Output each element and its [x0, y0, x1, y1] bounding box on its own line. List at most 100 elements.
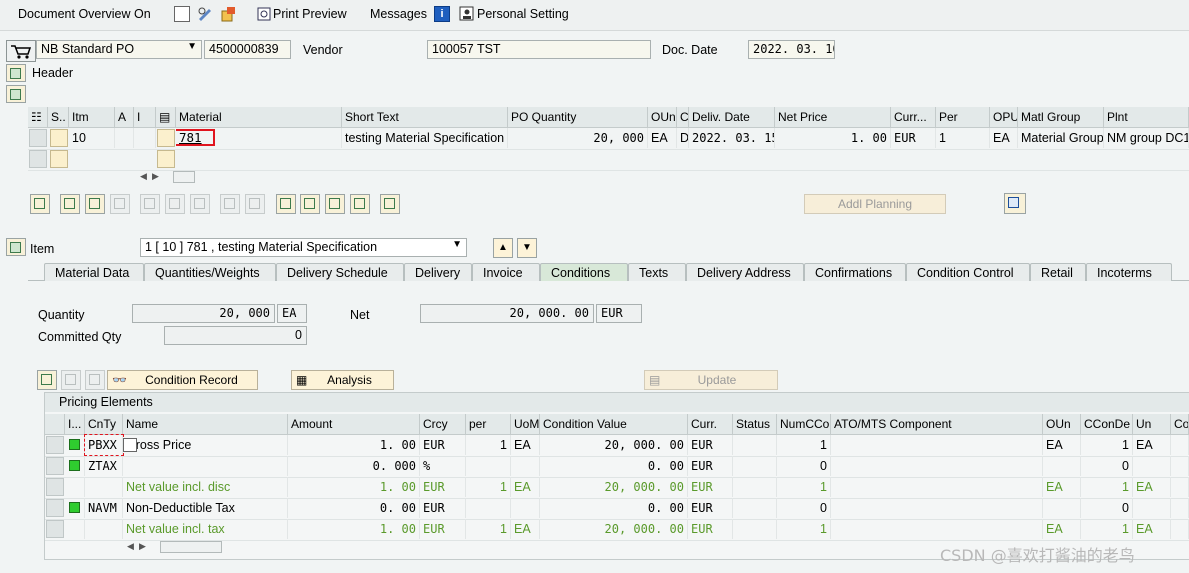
curr-cell[interactable]: EUR [688, 456, 733, 476]
un-cell[interactable] [1133, 456, 1171, 476]
status-cell[interactable] [733, 519, 777, 539]
ato-mts-cell[interactable] [831, 519, 1043, 539]
crcy-cell[interactable]: EUR [420, 477, 466, 497]
row-status-cell[interactable] [50, 150, 68, 168]
curr-cell[interactable]: EUR [688, 519, 733, 539]
row-selector[interactable] [46, 457, 64, 475]
ato-mts-cell[interactable] [831, 435, 1043, 455]
uom-cell[interactable]: EA [511, 435, 540, 455]
un-cell[interactable]: EA [1133, 477, 1171, 497]
c-cell[interactable]: D [677, 128, 689, 148]
condition-name-cell[interactable]: Gross Price [123, 435, 288, 455]
row-status-cell[interactable] [50, 129, 68, 147]
oun-cell[interactable]: EA [1043, 435, 1081, 455]
condition-type-cell[interactable]: NAVM [85, 498, 123, 518]
layout-icon[interactable] [350, 194, 370, 214]
material-detail-cell[interactable] [157, 150, 175, 168]
net-price-cell[interactable]: 1. 00 [775, 128, 891, 148]
per-cell[interactable] [466, 498, 511, 518]
ato-mts-cell[interactable] [831, 498, 1043, 518]
uom-cell[interactable]: EA [511, 477, 540, 497]
ccon-cell[interactable]: 1 [1081, 477, 1133, 497]
un-cell[interactable]: EA [1133, 435, 1171, 455]
condition-name-cell[interactable]: Non-Deductible Tax [123, 498, 288, 518]
condition-name-cell[interactable]: Net value incl. tax [123, 519, 288, 539]
analysis-button[interactable]: ▦ Analysis [291, 370, 394, 390]
co-cell[interactable] [1171, 519, 1189, 539]
numcco-cell[interactable]: 1 [777, 435, 831, 455]
po-type-select[interactable]: NB Standard PO ▼ [36, 40, 202, 59]
row-selector[interactable] [46, 499, 64, 517]
plant-cell[interactable]: NM group DC1 [1104, 128, 1189, 148]
condition-value-cell[interactable]: 20, 000. 00 [540, 519, 688, 539]
tab-invoice[interactable]: Invoice [472, 263, 540, 281]
copy-popup-icon[interactable] [123, 438, 137, 452]
new-document-icon[interactable] [174, 6, 190, 22]
condition-details-icon[interactable] [37, 370, 57, 390]
doc-date-field[interactable]: 2022. 03. 10 [748, 40, 835, 59]
amount-cell[interactable]: 1. 00 [288, 477, 420, 497]
clipboard-icon[interactable] [380, 194, 400, 214]
condition-name-cell[interactable]: Net value incl. disc [123, 477, 288, 497]
status-cell[interactable] [733, 456, 777, 476]
messages-button[interactable]: Messages [370, 7, 427, 21]
curr-cell[interactable]: EUR [688, 498, 733, 518]
numcco-cell[interactable]: 0 [777, 498, 831, 518]
per-cell[interactable]: 1 [936, 128, 990, 148]
condition-record-button[interactable]: 👓 Condition Record [107, 370, 258, 390]
ccon-cell[interactable]: 1 [1081, 519, 1133, 539]
tab-incoterms[interactable]: Incoterms [1086, 263, 1172, 281]
sort-ascending-icon[interactable] [276, 194, 296, 214]
table-row-empty[interactable] [28, 149, 1189, 171]
table-row[interactable]: PBXX Gross Price 1. 00 EUR 1 EA 20, 000. 00 EUR… [45, 434, 1189, 457]
tab-conditions[interactable]: Conditions [540, 263, 628, 281]
material-detail-cell[interactable] [157, 129, 175, 147]
material-cell[interactable]: 781 [176, 128, 342, 148]
condition-type-cell[interactable]: PBXX [84, 434, 124, 456]
condition-name-cell[interactable] [123, 456, 288, 476]
tab-delivery-schedule[interactable]: Delivery Schedule [276, 263, 404, 281]
numcco-cell[interactable]: 1 [777, 477, 831, 497]
co-cell[interactable] [1171, 456, 1189, 476]
tab-quantities-weights[interactable]: Quantities/Weights [144, 263, 276, 281]
row-selector[interactable] [29, 150, 47, 168]
condition-type-cell[interactable]: ZTAX [85, 456, 123, 476]
table-row[interactable]: Net value incl. tax 1. 00 EUR 1 EA 20, 000. 0… [45, 519, 1189, 541]
collapse-item-icon[interactable] [6, 238, 26, 256]
row-selector[interactable] [29, 129, 47, 147]
delivery-date-cell[interactable]: 2022. 03. 15 [689, 128, 775, 148]
row-selector[interactable] [46, 478, 64, 496]
ccon-cell[interactable]: 0 [1081, 498, 1133, 518]
scroll-left-icon[interactable]: ◀ [127, 541, 134, 551]
curr-cell[interactable]: EUR [688, 477, 733, 497]
info-icon[interactable]: i [434, 6, 450, 22]
curr-cell[interactable]: EUR [688, 435, 733, 455]
condition-type-cell[interactable] [85, 477, 123, 497]
table-row[interactable]: Net value incl. disc 1. 00 EUR 1 EA 20, 000. … [45, 477, 1189, 499]
short-text-cell[interactable]: testing Material Specification [342, 128, 508, 148]
tab-material-data[interactable]: Material Data [44, 263, 144, 281]
account-assignment-cell[interactable] [115, 128, 134, 148]
select-all-icon[interactable]: ☷ [28, 107, 48, 127]
append-row-icon[interactable] [85, 194, 105, 214]
personal-setting-button[interactable]: Personal Setting [477, 7, 569, 21]
previous-item-icon[interactable]: ▲ [493, 238, 513, 258]
item-number[interactable]: 10 [69, 128, 115, 148]
ccon-cell[interactable]: 1 [1081, 435, 1133, 455]
tab-texts[interactable]: Texts [628, 263, 686, 281]
oun-cell[interactable]: EA [1043, 519, 1081, 539]
addl-planning-button[interactable]: Addl Planning [804, 194, 946, 214]
oun-cell[interactable] [1043, 498, 1081, 518]
other-document-icon[interactable] [220, 6, 236, 22]
scrollbar-thumb[interactable] [173, 171, 195, 183]
tab-delivery-address[interactable]: Delivery Address [686, 263, 804, 281]
crcy-cell[interactable]: EUR [420, 435, 466, 455]
ccon-cell[interactable]: 0 [1081, 456, 1133, 476]
per-cell[interactable]: 1 [466, 519, 511, 539]
numcco-cell[interactable]: 1 [777, 519, 831, 539]
ato-mts-cell[interactable] [831, 456, 1043, 476]
tab-delivery[interactable]: Delivery [404, 263, 472, 281]
tab-retail[interactable]: Retail [1030, 263, 1086, 281]
scroll-left-icon[interactable]: ◀ [140, 171, 147, 181]
co-cell[interactable] [1171, 435, 1189, 455]
